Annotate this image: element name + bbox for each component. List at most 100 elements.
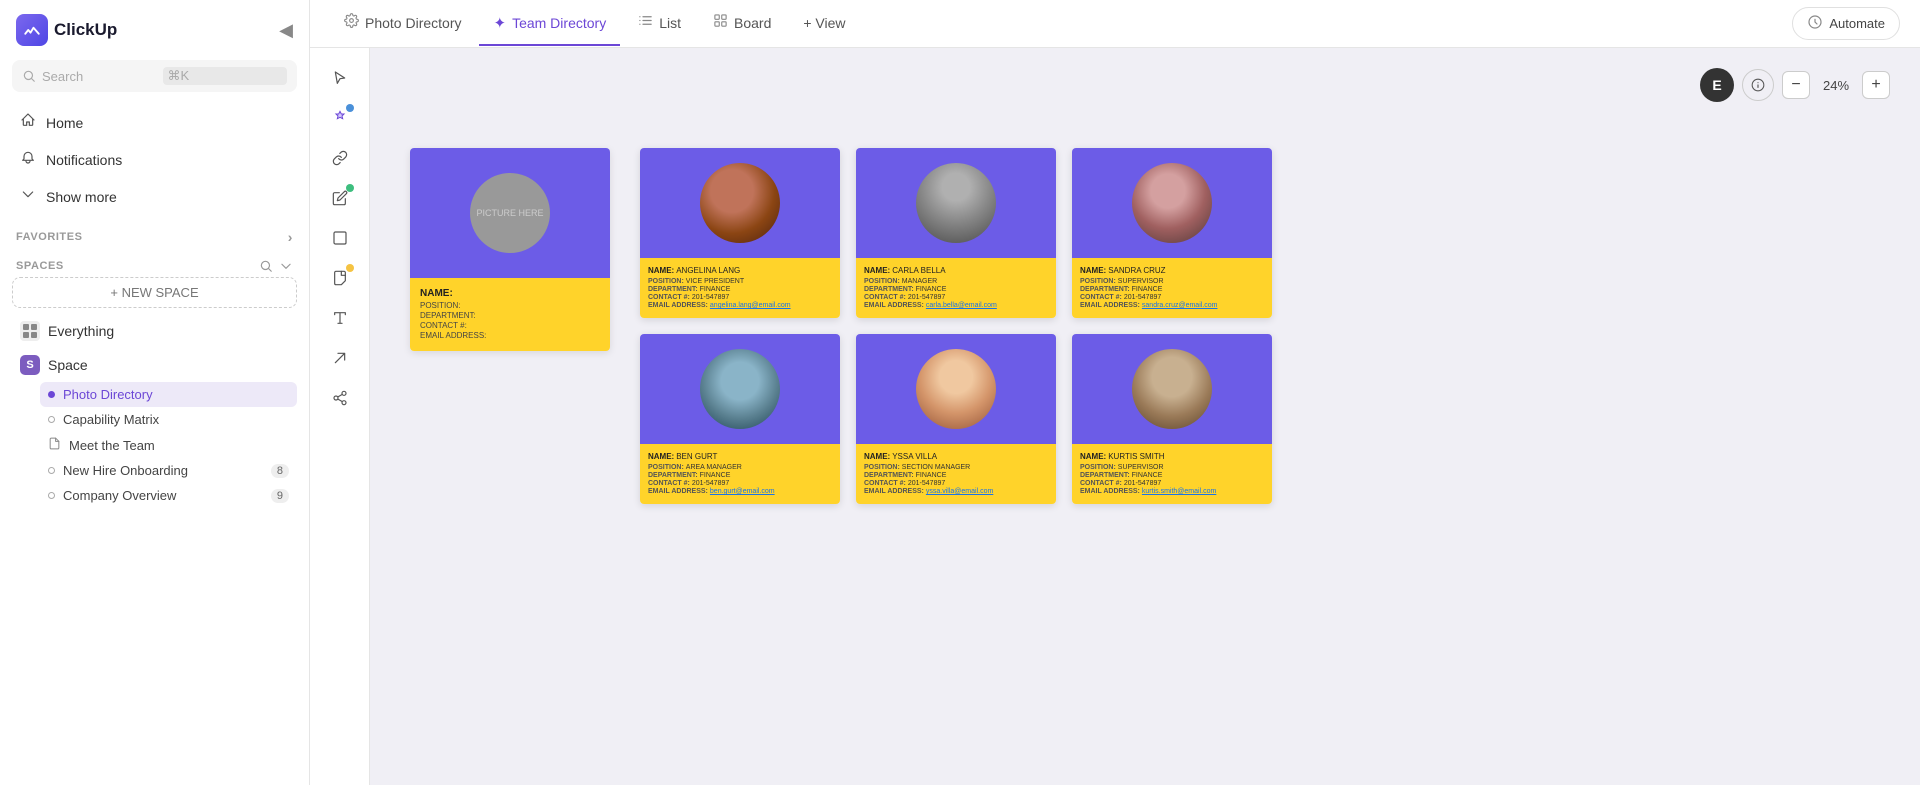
- tool-add[interactable]: [322, 100, 358, 136]
- sidebar: ClickUp ◀ Search ⌘K Home Notifications: [0, 0, 310, 785]
- home-label: Home: [46, 115, 83, 131]
- zoom-in-button[interactable]: +: [1862, 71, 1890, 99]
- email-field: EMAIL ADDRESS: kurtis.smith@email.com: [1080, 488, 1264, 495]
- contact-field: CONTACT #: 201-547897: [648, 294, 832, 301]
- person-email[interactable]: kurtis.smith@email.com: [1142, 488, 1216, 495]
- notifications-icon: [20, 149, 36, 170]
- person-name-row: NAME: KURTIS SMITH: [1080, 452, 1264, 461]
- sparkle-icon: ✦: [493, 14, 506, 32]
- sidebar-item-home[interactable]: Home: [12, 104, 297, 141]
- person-name: SANDRA CRUZ: [1108, 266, 1165, 275]
- sidebar-item-notifications[interactable]: Notifications: [12, 141, 297, 178]
- person-email[interactable]: angelina.lang@email.com: [710, 302, 791, 309]
- new-space-button[interactable]: + NEW SPACE: [12, 277, 297, 308]
- person-card: NAME: YSSA VILLA POSITION: SECTION MANAG…: [856, 334, 1056, 504]
- sidebar-item-meet-the-team[interactable]: Meet the Team: [40, 432, 297, 458]
- email-field: EMAIL ADDRESS: angelina.lang@email.com: [648, 302, 832, 309]
- logo-text: ClickUp: [54, 20, 117, 40]
- person-card-top: [856, 334, 1056, 444]
- email-field: EMAIL ADDRESS: carla.bella@email.com: [864, 302, 1048, 309]
- person-photo: [1132, 163, 1212, 243]
- meet-the-team-label: Meet the Team: [69, 438, 155, 453]
- sub-items: Photo Directory Capability Matrix Meet t…: [12, 382, 297, 508]
- person-email[interactable]: ben.gurt@email.com: [710, 488, 775, 495]
- search-bar[interactable]: Search ⌘K: [12, 60, 297, 92]
- tool-link[interactable]: [322, 140, 358, 176]
- tool-share[interactable]: [322, 380, 358, 416]
- name-label: NAME:: [1080, 266, 1106, 275]
- person-card-top: [856, 148, 1056, 258]
- person-email[interactable]: sandra.cruz@email.com: [1142, 302, 1218, 309]
- tab-add-view[interactable]: + View: [789, 3, 859, 45]
- sidebar-item-new-hire-onboarding[interactable]: New Hire Onboarding 8: [40, 458, 297, 483]
- item-dot: [48, 492, 55, 499]
- notifications-label: Notifications: [46, 152, 122, 168]
- new-hire-badge: 8: [271, 464, 289, 478]
- name-label: NAME:: [864, 452, 890, 461]
- item-dot: [48, 467, 55, 474]
- settings-icon: [344, 13, 359, 32]
- home-icon: [20, 112, 36, 133]
- department-field: DEPARTMENT: FINANCE: [864, 286, 1048, 293]
- person-name: BEN GURT: [676, 452, 717, 461]
- canvas[interactable]: E − 24% + PICTURE HE: [370, 48, 1920, 785]
- sidebar-item-company-overview[interactable]: Company Overview 9: [40, 483, 297, 508]
- department-field: DEPARTMENT: FINANCE: [1080, 286, 1264, 293]
- main: Photo Directory ✦ Team Directory List Bo…: [310, 0, 1920, 785]
- sidebar-item-everything[interactable]: Everything: [12, 314, 297, 348]
- person-cards-grid: NAME: ANGELINA LANG POSITION: VICE PRESI…: [640, 148, 1272, 504]
- tab-list[interactable]: List: [624, 1, 695, 46]
- person-email[interactable]: yssa.villa@email.com: [926, 488, 993, 495]
- zoom-out-button[interactable]: −: [1782, 71, 1810, 99]
- person-email[interactable]: carla.bella@email.com: [926, 302, 997, 309]
- contact-field: CONTACT #: 201-547897: [1080, 294, 1264, 301]
- zoom-level: 24%: [1818, 78, 1854, 93]
- new-space-label: + NEW SPACE: [110, 285, 198, 300]
- person-card-top: [1072, 148, 1272, 258]
- automate-button[interactable]: Automate: [1792, 7, 1900, 40]
- tool-cursor[interactable]: [322, 60, 358, 96]
- favorites-expand[interactable]: ›: [288, 229, 293, 245]
- chevron-down-icon: [20, 186, 36, 207]
- email-field: EMAIL ADDRESS: sandra.cruz@email.com: [1080, 302, 1264, 309]
- email-field: EMAIL ADDRESS: yssa.villa@email.com: [864, 488, 1048, 495]
- collapse-button[interactable]: ◀: [279, 20, 293, 41]
- logo-icon: [16, 14, 48, 46]
- sidebar-item-show-more[interactable]: Show more: [12, 178, 297, 215]
- person-card: NAME: KURTIS SMITH POSITION: SUPERVISOR …: [1072, 334, 1272, 504]
- tool-note[interactable]: [322, 260, 358, 296]
- sidebar-item-photo-directory[interactable]: Photo Directory: [40, 382, 297, 407]
- person-name: KURTIS SMITH: [1108, 452, 1164, 461]
- person-card: NAME: SANDRA CRUZ POSITION: SUPERVISOR D…: [1072, 148, 1272, 318]
- contact-field: CONTACT #: 201-547897: [648, 480, 832, 487]
- tool-pencil[interactable]: [322, 180, 358, 216]
- tool-arrow[interactable]: [322, 340, 358, 376]
- logo: ClickUp: [16, 14, 117, 46]
- sidebar-item-capability-matrix[interactable]: Capability Matrix: [40, 407, 297, 432]
- person-name-row: NAME: CARLA BELLA: [864, 266, 1048, 275]
- tab-team-directory-label: Team Directory: [512, 15, 606, 31]
- person-photo: [700, 163, 780, 243]
- spaces-actions[interactable]: [259, 259, 293, 273]
- tab-board[interactable]: Board: [699, 1, 785, 46]
- tool-text[interactable]: [322, 300, 358, 336]
- person-card-top: [640, 334, 840, 444]
- person-name-row: NAME: BEN GURT: [648, 452, 832, 461]
- zoom-controls: E − 24% +: [1700, 68, 1890, 102]
- person-photo: [916, 349, 996, 429]
- sidebar-item-space[interactable]: S Space: [12, 348, 297, 382]
- person-photo: [700, 349, 780, 429]
- person-name-row: NAME: SANDRA CRUZ: [1080, 266, 1264, 275]
- name-label: NAME:: [648, 452, 674, 461]
- tab-team-directory[interactable]: ✦ Team Directory: [479, 2, 620, 46]
- position-field: POSITION: MANAGER: [864, 278, 1048, 285]
- company-overview-label: Company Overview: [63, 488, 176, 503]
- space-label: Space: [48, 357, 88, 373]
- person-card: NAME: ANGELINA LANG POSITION: VICE PRESI…: [640, 148, 840, 318]
- tool-rect[interactable]: [322, 220, 358, 256]
- department-field: DEPARTMENT: FINANCE: [1080, 472, 1264, 479]
- info-button[interactable]: [1742, 69, 1774, 101]
- tools-sidebar: [310, 48, 370, 785]
- toolbar: Photo Directory ✦ Team Directory List Bo…: [310, 0, 1920, 48]
- tab-photo-directory[interactable]: Photo Directory: [330, 1, 475, 46]
